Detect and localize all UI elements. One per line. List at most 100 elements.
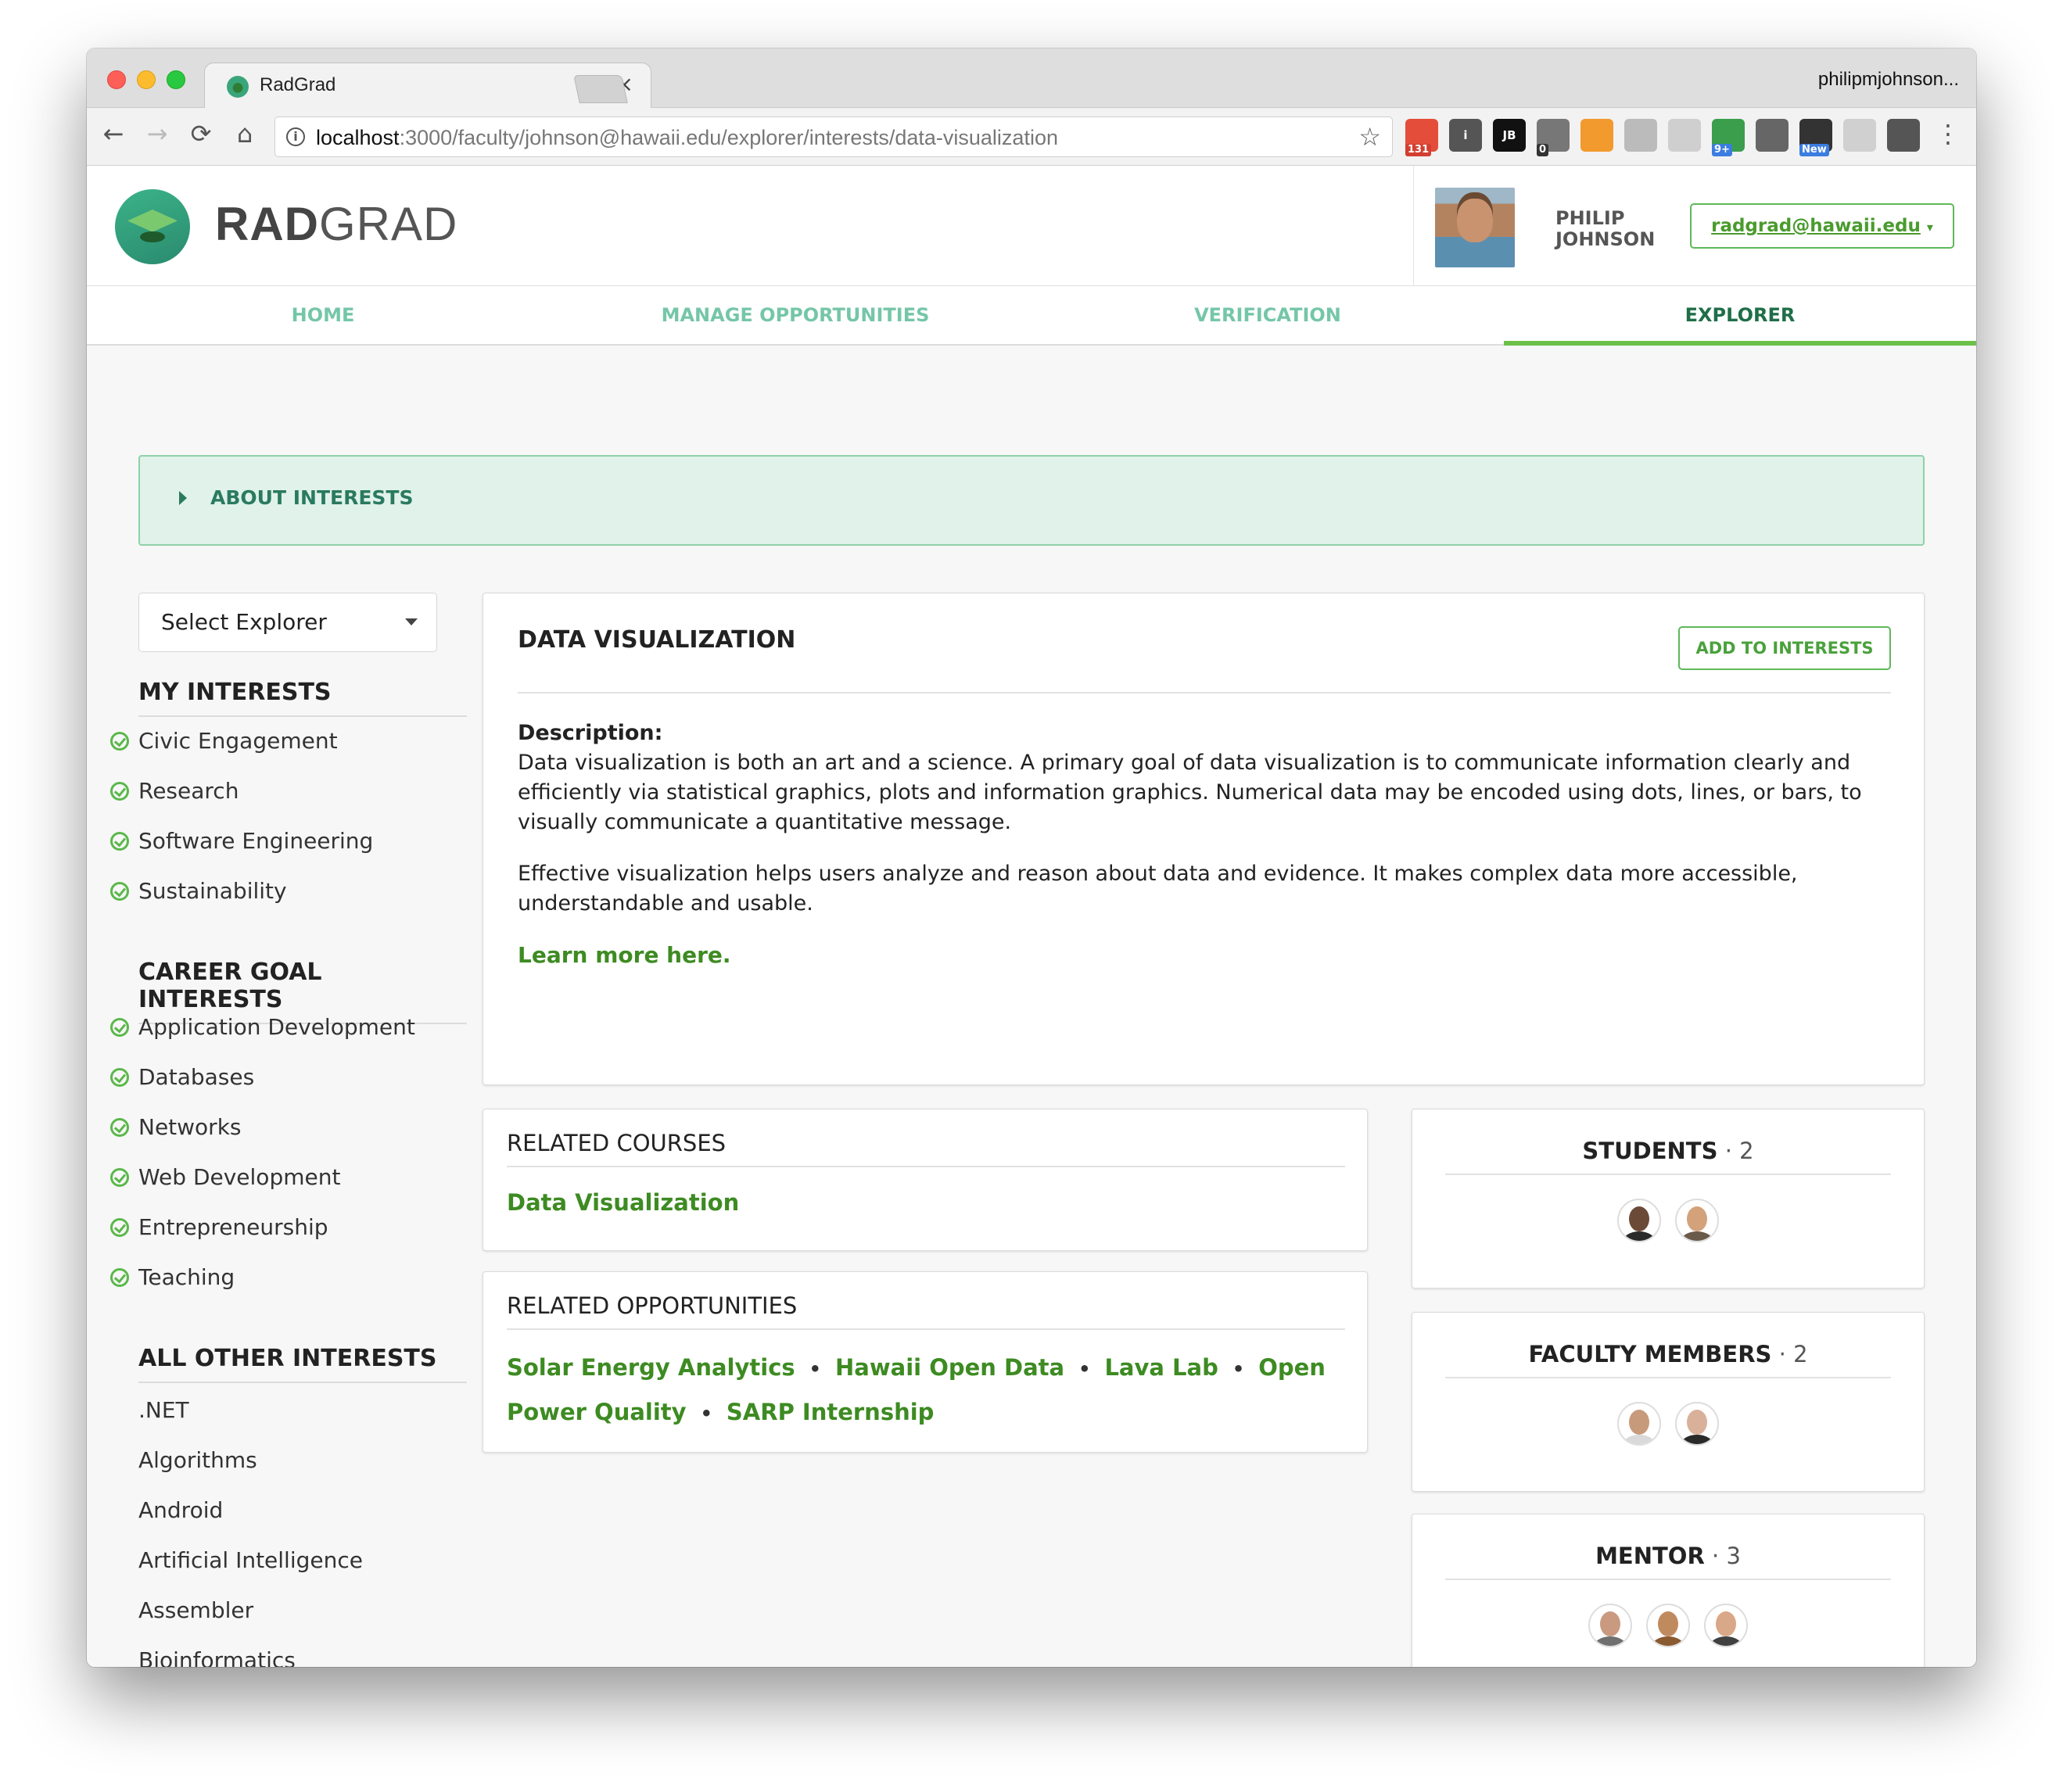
new-ext-icon[interactable]: New [1799, 119, 1832, 156]
browser-profile-name[interactable]: philipmjohnson... [1818, 69, 1959, 91]
avatar[interactable] [1588, 1604, 1632, 1647]
interest-label: Entrepreneurship [138, 1214, 328, 1240]
opportunity-links: Solar Energy Analytics • Hawaii Open Data •… [507, 1347, 1336, 1436]
mentor-card: MENTOR · 3 [1412, 1514, 1925, 1667]
lock-ext-icon[interactable]: 0 [1537, 119, 1570, 156]
new-tab-button[interactable] [573, 75, 628, 103]
all-other-interests-list: .NET Algorithms Android Artificial Intellig… [110, 1385, 470, 1667]
avatar[interactable] [1675, 1402, 1719, 1446]
avatar[interactable] [1617, 1402, 1661, 1446]
students-card: STUDENTS · 2 [1412, 1109, 1925, 1288]
avatar[interactable] [1704, 1604, 1748, 1647]
sidebar-interest-item[interactable]: Web Development [110, 1152, 470, 1202]
check-circle-icon [110, 1268, 129, 1287]
back-arrow-icon[interactable]: ← [98, 119, 129, 149]
check-circle-icon [110, 1118, 129, 1137]
nav-item-home[interactable]: HOME [87, 286, 559, 344]
sidebar-interest-item[interactable]: Android [110, 1486, 470, 1536]
sidebar-interest-item[interactable]: Networks [110, 1102, 470, 1152]
sidebar-interest-item[interactable]: Algorithms [110, 1435, 470, 1486]
pdf-ext-icon[interactable]: 131 [1405, 119, 1438, 156]
avatar[interactable] [1675, 1199, 1719, 1242]
sidebar-interest-item[interactable]: Databases [110, 1052, 470, 1102]
interest-label: Assembler [138, 1597, 254, 1623]
description-paragraph-1: Data visualization is both an art and a … [518, 751, 1862, 834]
jetbrains-icon[interactable]: JB [1493, 119, 1526, 152]
site-info-icon[interactable]: i [286, 127, 305, 146]
check-circle-icon [110, 1168, 129, 1187]
ghost-ext-icon[interactable] [1843, 119, 1876, 152]
interest-label: Software Engineering [138, 828, 374, 854]
url-text[interactable]: localhost:3000/faculty/johnson@hawaii.ed… [316, 126, 1058, 150]
analytics-ext-icon[interactable] [1580, 119, 1613, 152]
minimize-window-button[interactable] [137, 70, 156, 89]
opportunity-link[interactable]: Solar Energy Analytics [507, 1354, 795, 1381]
sidebar-interest-item[interactable]: Assembler [110, 1586, 470, 1636]
sidebar-interest-item[interactable]: Artificial Intelligence [110, 1536, 470, 1586]
radgrad-wordmark[interactable]: RADGRAD [215, 197, 457, 251]
mentor-avatars [1412, 1604, 1924, 1647]
opportunity-link[interactable]: Hawaii Open Data [835, 1354, 1064, 1381]
select-explorer-dropdown[interactable]: Select Explorer [138, 593, 437, 652]
sidebar-interest-item[interactable]: Teaching [110, 1253, 470, 1303]
nav-item-manage-opportunities[interactable]: MANAGE OPPORTUNITIES [559, 286, 1032, 344]
opportunity-link[interactable]: Lava Lab [1104, 1354, 1218, 1381]
add-to-interests-button[interactable]: ADD TO INTERESTS [1678, 626, 1891, 670]
nav-item-verification[interactable]: VERIFICATION [1032, 286, 1504, 344]
sidebar-interest-item[interactable]: Entrepreneurship [110, 1202, 470, 1253]
divider [1445, 1377, 1891, 1378]
opportunity-link[interactable]: SARP Internship [727, 1399, 935, 1425]
description-label: Description: [518, 721, 663, 745]
maximize-window-button[interactable] [167, 70, 185, 89]
interest-label: Application Development [138, 1014, 415, 1040]
check-circle-icon [110, 732, 129, 751]
caret-right-icon [179, 491, 187, 505]
divider [507, 1328, 1345, 1330]
sidebar-interest-item[interactable]: Research [110, 766, 470, 816]
close-window-button[interactable] [107, 70, 126, 89]
radgrad-favicon-icon [227, 76, 249, 98]
learn-more-link[interactable]: Learn more here. [518, 942, 731, 968]
meet-ext-icon[interactable]: 9+ [1712, 119, 1745, 156]
student-avatars [1412, 1199, 1924, 1242]
course-link[interactable]: Data Visualization [507, 1189, 739, 1216]
all-other-interests-heading: ALL OTHER INTERESTS [138, 1345, 467, 1383]
app-header: RADGRAD PHILIP JOHNSON radgrad@hawaii.ed… [87, 166, 1976, 286]
extension-badge: 131 [1405, 144, 1432, 156]
extension-badge: 0 [1537, 144, 1549, 156]
address-bar[interactable]: i localhost:3000/faculty/johnson@hawaii.… [274, 116, 1393, 157]
avatar[interactable] [1617, 1199, 1661, 1242]
main-navigation: HOME MANAGE OPPORTUNITIES VERIFICATION EXPL… [87, 286, 1976, 346]
divider [1445, 1174, 1891, 1175]
sidebar-interest-item[interactable]: Software Engineering [110, 816, 470, 866]
browser-menu-icon[interactable]: ⋮ [1936, 119, 1961, 149]
divider [507, 1166, 1345, 1167]
sidebar-interest-item[interactable]: Bioinformatics [110, 1636, 470, 1667]
my-interests-list: Civic Engagement Research Software Enginee… [110, 716, 470, 916]
onepassword-icon[interactable]: i [1449, 119, 1482, 152]
about-interests-accordion[interactable]: ABOUT INTERESTS [138, 455, 1925, 546]
avatar[interactable] [1646, 1604, 1690, 1647]
eyedropper-icon[interactable] [1756, 119, 1789, 152]
interest-label: Networks [138, 1114, 242, 1140]
sidebar-interest-item[interactable]: .NET [110, 1385, 470, 1435]
sidebar-interest-item[interactable]: Sustainability [110, 866, 470, 916]
tab-bar: RadGrad × philipmjohnson... [87, 48, 1976, 109]
bookmark-star-icon[interactable]: ☆ [1358, 122, 1381, 152]
reload-icon[interactable]: ⟳ [185, 119, 217, 149]
sync-ext-icon[interactable] [1887, 119, 1920, 152]
interest-label: Sustainability [138, 878, 287, 904]
nav-item-explorer[interactable]: EXPLORER [1504, 286, 1976, 346]
sidebar-interest-item[interactable]: Civic Engagement [110, 716, 470, 766]
user-avatar [1435, 188, 1515, 267]
radgrad-logo-icon[interactable] [115, 189, 190, 264]
interest-label: Algorithms [138, 1447, 257, 1473]
refresh-ext-icon[interactable] [1624, 119, 1657, 152]
drive-icon[interactable] [1668, 119, 1701, 152]
bullet-separator: • [809, 1358, 822, 1380]
user-account-dropdown[interactable]: radgrad@hawaii.edu ▾ [1690, 203, 1954, 249]
home-icon[interactable]: ⌂ [229, 119, 260, 149]
check-circle-icon [110, 782, 129, 801]
forward-arrow-icon[interactable]: → [142, 119, 173, 149]
sidebar-interest-item[interactable]: Application Development [110, 1002, 470, 1052]
